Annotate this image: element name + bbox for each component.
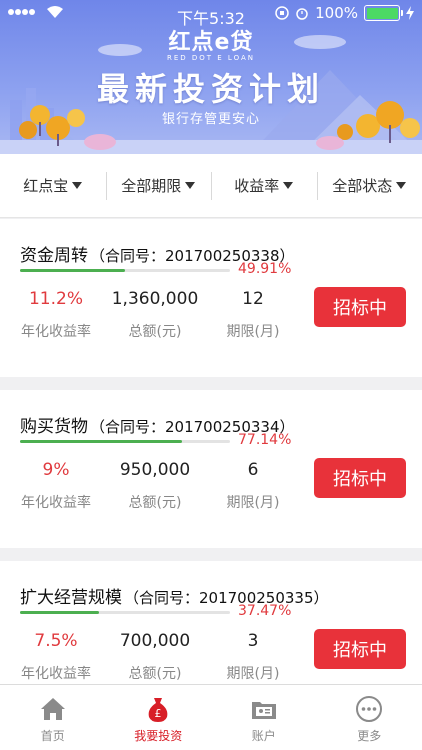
loan-progress-fill bbox=[20, 269, 125, 272]
tab-home-label: 首页 bbox=[40, 729, 65, 743]
loan-rate-label: 年化收益率 bbox=[21, 324, 91, 340]
alarm-icon bbox=[296, 8, 308, 20]
loan-progress-percent: 49.91% bbox=[238, 261, 292, 277]
tab-account-label: 账户 bbox=[251, 729, 276, 743]
loan-progress-percent: 37.47% bbox=[238, 603, 292, 619]
loan-rate: 9% 年化收益率 bbox=[6, 460, 106, 512]
loan-amount-value: 1,360,000 bbox=[111, 289, 199, 309]
more-icon bbox=[356, 696, 383, 722]
loan-term-label: 期限(月) bbox=[226, 324, 280, 340]
tab-more[interactable]: 更多 bbox=[317, 685, 422, 750]
filter-rate[interactable]: 收益率 bbox=[211, 170, 317, 202]
filter-status-label: 全部状态 bbox=[332, 177, 393, 195]
banner-subtitle: 银行存管更安心 bbox=[161, 112, 260, 127]
loan-amount-value: 950,000 bbox=[119, 460, 191, 480]
charging-icon bbox=[406, 6, 414, 20]
loan-rate-label: 年化收益率 bbox=[21, 666, 91, 682]
battery-icon bbox=[364, 5, 403, 21]
bidding-button[interactable]: 招标中 bbox=[314, 458, 406, 498]
header-banner: 下午5:32 100% 红点e贷 RED DOT E LOAN 最新投资计划 银… bbox=[0, 0, 422, 154]
tab-invest-label: 我要投资 bbox=[134, 729, 183, 743]
tab-account[interactable]: 账户 bbox=[211, 685, 317, 750]
caret-down-icon bbox=[396, 182, 407, 189]
loan-progress-bar bbox=[20, 611, 230, 614]
bottom-tab-bar: 首页 £ 我要投资 账户 更多 bbox=[0, 684, 422, 750]
caret-down-icon bbox=[72, 182, 83, 189]
svg-text:£: £ bbox=[155, 707, 162, 720]
loan-rate-value: 11.2% bbox=[28, 289, 83, 309]
filter-term[interactable]: 全部期限 bbox=[105, 170, 212, 202]
status-right: 100% bbox=[275, 4, 414, 22]
filter-product-label: 红点宝 bbox=[23, 177, 69, 195]
filter-bar: 红点宝 全部期限 收益率 全部状态 bbox=[0, 154, 422, 218]
filter-rate-label: 收益率 bbox=[234, 177, 280, 195]
tab-more-label: 更多 bbox=[357, 729, 382, 743]
loan-card[interactable]: 购买货物 （合同号：201700250334） 77.14% 9% 年化收益率 9… bbox=[0, 390, 422, 548]
bidding-button[interactable]: 招标中 bbox=[314, 287, 406, 327]
home-icon bbox=[40, 698, 65, 720]
loan-contract-number: （合同号：201700250335） bbox=[124, 589, 329, 607]
loan-term-value: 3 bbox=[247, 631, 259, 651]
loan-progress-percent: 77.14% bbox=[238, 432, 292, 448]
loan-rate: 7.5% 年化收益率 bbox=[6, 631, 106, 683]
loan-card[interactable]: 资金周转 （合同号：201700250338） 49.91% 11.2% 年化收益… bbox=[0, 219, 422, 377]
loan-name: 资金周转 bbox=[20, 246, 88, 266]
loan-term: 3 期限(月) bbox=[206, 631, 300, 683]
loan-term: 6 期限(月) bbox=[206, 460, 300, 512]
tab-invest[interactable]: £ 我要投资 bbox=[106, 685, 212, 750]
loan-term: 12 期限(月) bbox=[206, 289, 300, 341]
loan-rate-label: 年化收益率 bbox=[21, 495, 91, 511]
loan-amount: 700,000 总额(元) bbox=[102, 631, 208, 683]
caret-down-icon bbox=[185, 182, 196, 189]
app-logo: 红点e贷 RED DOT E LOAN bbox=[0, 24, 422, 62]
logo-text: 红点e贷 bbox=[168, 30, 254, 55]
loan-term-value: 12 bbox=[242, 289, 264, 309]
loan-rate-value: 9% bbox=[42, 460, 70, 480]
loan-progress-bar bbox=[20, 269, 230, 272]
loan-amount: 1,360,000 总额(元) bbox=[102, 289, 208, 341]
loan-amount: 950,000 总额(元) bbox=[102, 460, 208, 512]
loan-term-label: 期限(月) bbox=[226, 666, 280, 682]
filter-term-label: 全部期限 bbox=[121, 177, 182, 195]
battery-percent: 100% bbox=[315, 4, 358, 22]
banner-title: 最新投资计划 bbox=[96, 70, 325, 108]
loan-term-value: 6 bbox=[247, 460, 259, 480]
loan-rate: 11.2% 年化收益率 bbox=[6, 289, 106, 341]
loan-amount-label: 总额(元) bbox=[128, 495, 182, 511]
logo-subtext: RED DOT E LOAN bbox=[166, 54, 255, 62]
loan-term-label: 期限(月) bbox=[226, 495, 280, 511]
loan-amount-label: 总额(元) bbox=[128, 666, 182, 682]
money-bag-icon: £ bbox=[148, 698, 168, 722]
filter-product[interactable]: 红点宝 bbox=[0, 170, 106, 202]
bidding-button[interactable]: 招标中 bbox=[314, 629, 406, 669]
loan-amount-label: 总额(元) bbox=[128, 324, 182, 340]
account-folder-icon bbox=[251, 702, 276, 719]
loan-progress-bar bbox=[20, 440, 230, 443]
caret-down-icon bbox=[283, 182, 294, 189]
loan-rate-value: 7.5% bbox=[34, 631, 78, 651]
tab-home[interactable]: 首页 bbox=[0, 685, 106, 750]
loan-progress-fill bbox=[20, 440, 182, 443]
orientation-lock-icon bbox=[275, 6, 289, 20]
loan-amount-value: 700,000 bbox=[119, 631, 191, 651]
filter-status[interactable]: 全部状态 bbox=[316, 170, 422, 202]
loan-progress-fill bbox=[20, 611, 99, 614]
loan-name: 扩大经营规模 bbox=[20, 588, 122, 608]
loan-name: 购买货物 bbox=[20, 417, 88, 437]
